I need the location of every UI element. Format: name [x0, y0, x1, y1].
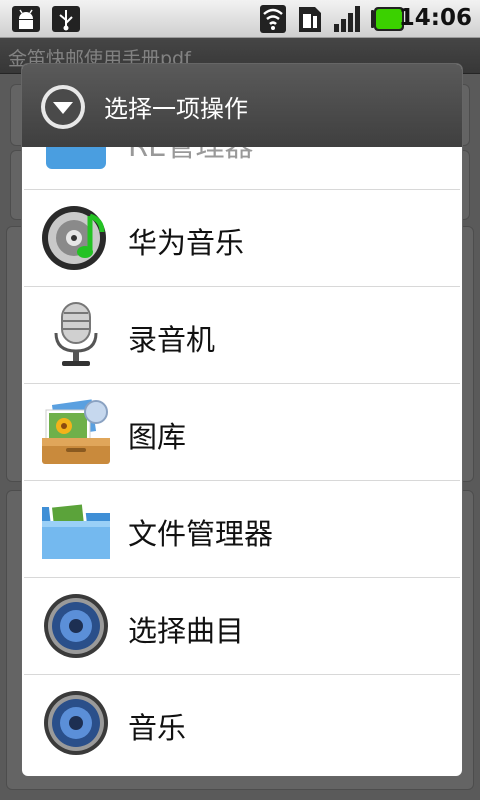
speaker-icon: [44, 691, 108, 755]
folder-icon: [42, 501, 110, 559]
speaker-icon: [44, 594, 108, 658]
action-chooser-dialog: 选择一项操作 RE管理器 华为音乐: [22, 64, 462, 776]
app-item-label: 音乐: [128, 711, 187, 745]
app-item-label: 录音机: [128, 323, 216, 357]
app-item-re-manager[interactable]: RE管理器: [22, 147, 462, 190]
app-item-recorder[interactable]: 录音机: [22, 287, 462, 384]
dialog-header: 选择一项操作: [22, 64, 462, 147]
signal-icon: [334, 6, 360, 32]
microphone-icon: [54, 302, 98, 366]
android-debug-icon: [12, 6, 40, 32]
app-item-huawei-music[interactable]: 华为音乐: [22, 190, 462, 287]
status-bar: 14:06: [0, 0, 480, 38]
status-time: 14:06: [398, 5, 472, 31]
app-item-label: 选择曲目: [128, 614, 245, 648]
wifi-icon: [260, 5, 286, 33]
app-item-label: 图库: [128, 420, 187, 454]
music-disc-icon: [42, 206, 106, 270]
app-item-file-manager[interactable]: 文件管理器: [22, 481, 462, 578]
gallery-icon: [42, 399, 110, 464]
app-item-gallery[interactable]: 图库: [22, 384, 462, 481]
dialog-title: 选择一项操作: [104, 95, 248, 123]
app-item-label: RE管理器: [128, 147, 253, 165]
file-manager-blue-icon: [46, 147, 106, 169]
app-item-select-track[interactable]: 选择曲目: [22, 578, 462, 675]
app-item-label: 文件管理器: [128, 517, 274, 551]
usb-icon: [52, 6, 80, 32]
app-list[interactable]: RE管理器 华为音乐: [22, 147, 462, 776]
app-item-label: 华为音乐: [128, 226, 245, 260]
app-item-music[interactable]: 音乐: [22, 675, 462, 772]
dropdown-circle-icon: [41, 85, 85, 129]
sim-card-icon: [299, 7, 321, 32]
